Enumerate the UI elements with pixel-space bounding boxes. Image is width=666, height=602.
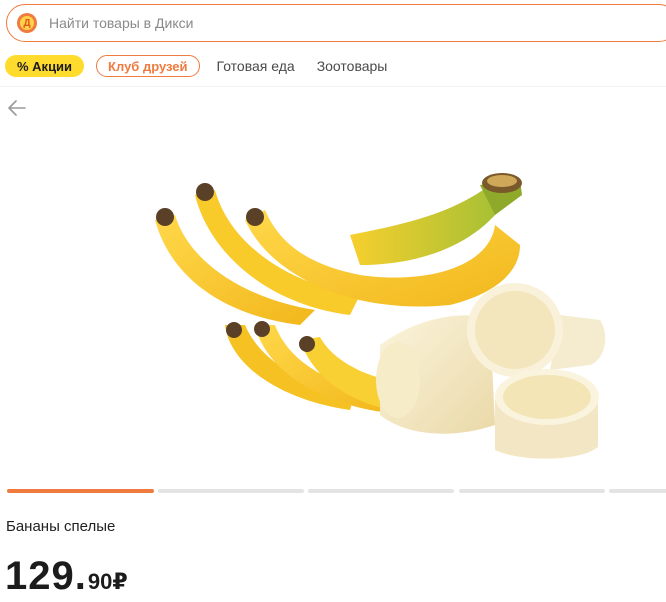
header-divider — [0, 86, 666, 87]
promo-chip[interactable]: % Акции — [5, 55, 85, 77]
price-separator: . — [74, 554, 86, 598]
banana-slices — [376, 283, 606, 459]
brand-logo-letter: Д — [20, 16, 34, 30]
search-input[interactable] — [47, 14, 551, 32]
back-arrow-icon[interactable] — [6, 98, 28, 118]
product-image[interactable] — [150, 165, 610, 465]
product-title: Бананы спелые — [6, 518, 116, 535]
carousel-dot-5[interactable] — [609, 489, 666, 493]
price-currency: ₽ — [112, 569, 128, 594]
nav-link-pet-goods[interactable]: Зоотовары — [317, 58, 388, 74]
category-nav: % Акции Клуб друзей Готовая еда Зоотовар… — [5, 54, 387, 78]
club-chip[interactable]: Клуб друзей — [96, 55, 200, 77]
carousel-dot-3[interactable] — [308, 489, 454, 493]
nav-link-ready-food[interactable]: Готовая еда — [217, 58, 295, 74]
price-integer: 129 — [5, 554, 75, 598]
search-bar[interactable]: Д — [6, 4, 666, 42]
price-fraction: 90 — [87, 569, 113, 594]
carousel-dot-2[interactable] — [158, 489, 304, 493]
carousel-dot-1[interactable] — [7, 489, 154, 493]
carousel-dot-4[interactable] — [459, 489, 605, 493]
image-carousel-indicator — [7, 489, 666, 493]
brand-logo-icon[interactable]: Д — [17, 13, 37, 33]
product-price: 129 . 90 ₽ — [5, 554, 128, 600]
